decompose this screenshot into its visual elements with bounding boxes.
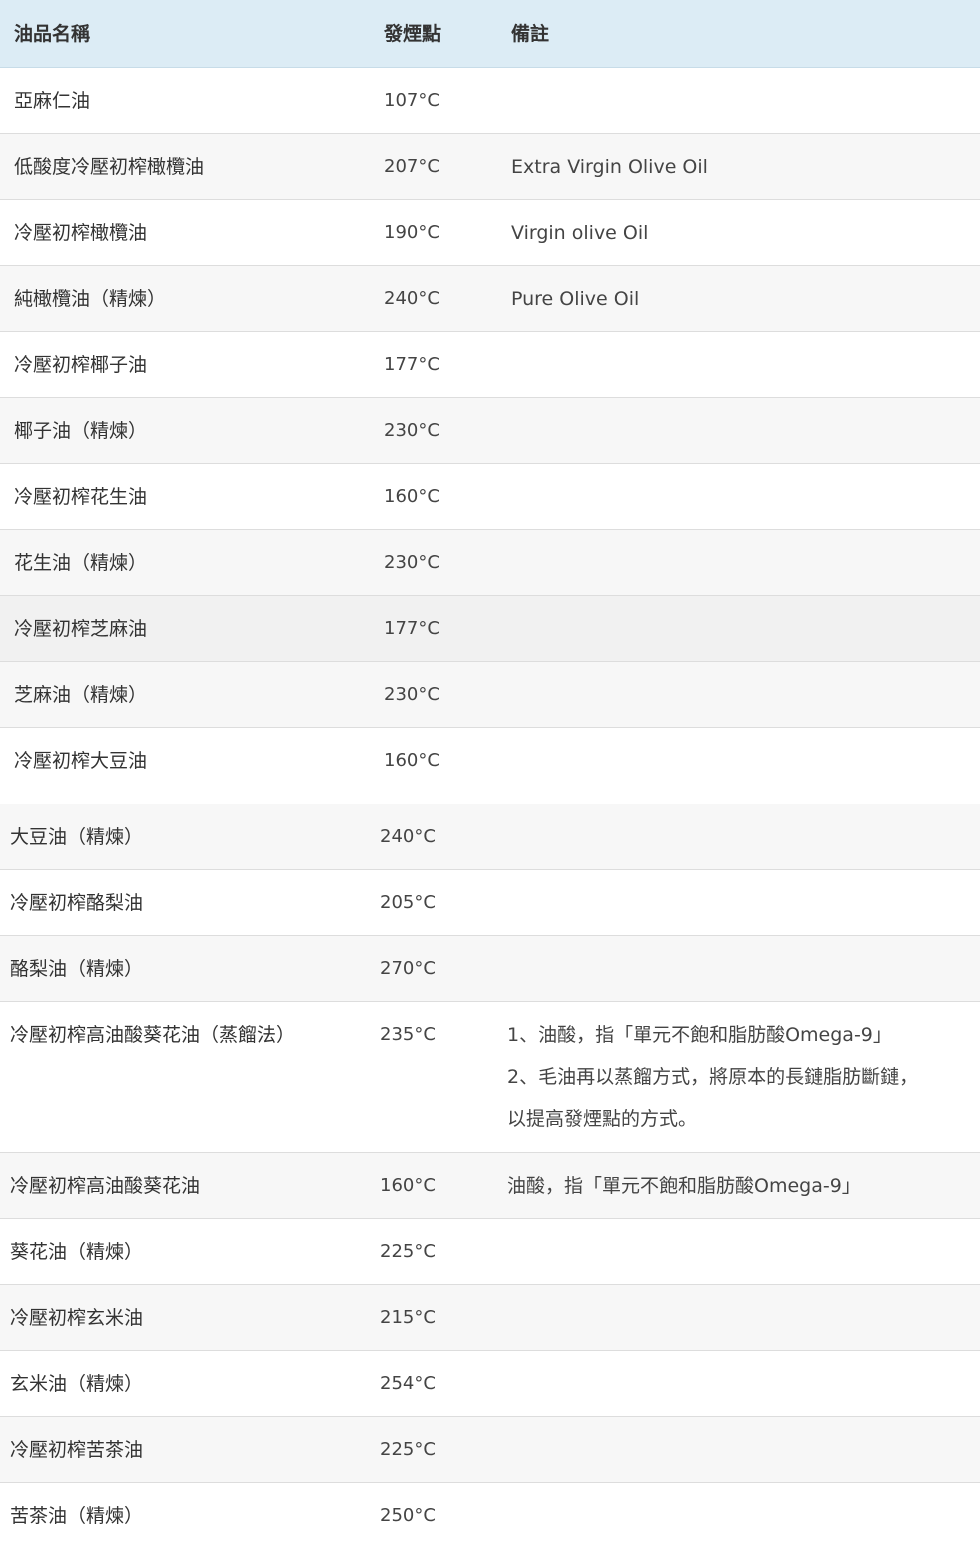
oil-name: 低酸度冷壓初榨橄欖油 <box>14 155 205 178</box>
table-row: 玄米油（精煉） 254°C <box>0 1351 980 1417</box>
table-row: 酪梨油（精煉） 270°C <box>0 936 980 1002</box>
note-line: 1、油酸，指「單元不飽和脂肪酸Omega-9」 <box>507 1024 892 1046</box>
table-row: 冷壓初榨椰子油 177°C <box>0 332 980 398</box>
smoke-point: 230°C <box>384 419 440 441</box>
oil-name: 苦茶油（精煉） <box>10 1505 144 1527</box>
table-row: 冷壓初榨玄米油 215°C <box>0 1285 980 1351</box>
smoke-point: 160°C <box>380 1174 436 1196</box>
table-row: 葵花油（精煉） 225°C <box>0 1219 980 1285</box>
smoke-point: 107°C <box>384 89 440 111</box>
oil-name: 冷壓初榨大豆油 <box>14 750 148 772</box>
oil-name: 純橄欖油（精煉） <box>14 287 167 310</box>
table-row: 冷壓初榨高油酸葵花油（蒸餾法） 235°C 1、油酸，指「單元不飽和脂肪酸Ome… <box>0 1002 980 1153</box>
table-row: 冷壓初榨苦茶油 225°C <box>0 1417 980 1483</box>
smoke-point: 215°C <box>380 1306 436 1328</box>
smoke-point: 230°C <box>384 551 440 573</box>
note: 1、油酸，指「單元不飽和脂肪酸Omega-9」 2、毛油再以蒸餾方式，將原本的長… <box>493 1002 980 1140</box>
oil-name: 酪梨油（精煉） <box>10 957 144 980</box>
oil-name: 椰子油（精煉） <box>14 419 148 442</box>
smoke-point-table-bottom: 大豆油（精煉） 240°C 冷壓初榨酪梨油 205°C 酪梨油（精煉） 270°… <box>0 804 980 1549</box>
smoke-point: 225°C <box>380 1438 436 1460</box>
smoke-point: 207°C <box>384 155 440 177</box>
smoke-point: 254°C <box>380 1372 436 1394</box>
smoke-point: 250°C <box>380 1505 436 1526</box>
oil-name: 冷壓初榨玄米油 <box>10 1306 144 1329</box>
smoke-point-table-top: 油品名稱 發煙點 備註 亞麻仁油 107°C 低酸度冷壓初榨橄欖油 207°C … <box>0 0 980 794</box>
oil-name: 大豆油（精煉） <box>10 825 144 848</box>
table-row: 冷壓初榨花生油 160°C <box>0 464 980 530</box>
table-row: 苦茶油（精煉） 250°C <box>0 1483 980 1549</box>
smoke-point: 230°C <box>384 683 440 705</box>
oil-name: 冷壓初榨苦茶油 <box>10 1438 144 1461</box>
table-row: 冷壓初榨芝麻油 177°C <box>0 596 980 662</box>
oil-name: 花生油（精煉） <box>14 551 148 574</box>
smoke-point: 177°C <box>384 353 440 375</box>
header-smoke-point: 發煙點 <box>384 22 442 45</box>
table-row: 冷壓初榨橄欖油 190°C Virgin olive Oil <box>0 200 980 266</box>
table-row: 大豆油（精煉） 240°C <box>0 804 980 870</box>
note: Extra Virgin Olive Oil <box>511 155 708 178</box>
smoke-point: 240°C <box>384 287 440 309</box>
oil-name: 芝麻油（精煉） <box>14 683 148 706</box>
oil-name: 冷壓初榨花生油 <box>14 485 148 508</box>
table-row: 花生油（精煉） 230°C <box>0 530 980 596</box>
table-row: 冷壓初榨酪梨油 205°C <box>0 870 980 936</box>
note-line: 以提高發煙點的方式。 <box>507 1108 698 1130</box>
note: Virgin olive Oil <box>511 221 649 244</box>
smoke-point: 235°C <box>380 1024 436 1045</box>
smoke-point-page: 油品名稱 發煙點 備註 亞麻仁油 107°C 低酸度冷壓初榨橄欖油 207°C … <box>0 0 980 1560</box>
note: 油酸，指「單元不飽和脂肪酸Omega-9」 <box>507 1174 861 1197</box>
oil-name: 葵花油（精煉） <box>10 1240 144 1263</box>
smoke-point: 270°C <box>380 957 436 979</box>
oil-name: 亞麻仁油 <box>14 89 91 112</box>
smoke-point: 190°C <box>384 221 440 243</box>
table-row: 芝麻油（精煉） 230°C <box>0 662 980 728</box>
smoke-point: 240°C <box>380 825 436 847</box>
table-row: 冷壓初榨高油酸葵花油 160°C 油酸，指「單元不飽和脂肪酸Omega-9」 <box>0 1153 980 1219</box>
smoke-point: 160°C <box>384 750 440 771</box>
header-oil-name: 油品名稱 <box>14 22 91 45</box>
smoke-point: 177°C <box>384 617 440 639</box>
table-row: 低酸度冷壓初榨橄欖油 207°C Extra Virgin Olive Oil <box>0 134 980 200</box>
smoke-point: 160°C <box>384 485 440 507</box>
smoke-point: 225°C <box>380 1240 436 1262</box>
oil-name: 冷壓初榨酪梨油 <box>10 891 144 914</box>
note-line: 2、毛油再以蒸餾方式，將原本的長鏈脂肪斷鏈， <box>507 1066 919 1088</box>
table-row: 亞麻仁油 107°C <box>0 68 980 134</box>
oil-name: 冷壓初榨高油酸葵花油（蒸餾法） <box>10 1024 296 1046</box>
note: Pure Olive Oil <box>511 287 640 310</box>
oil-name: 冷壓初榨橄欖油 <box>14 221 148 244</box>
table-header: 油品名稱 發煙點 備註 <box>0 0 980 68</box>
oil-name: 冷壓初榨芝麻油 <box>14 617 148 640</box>
table-row: 冷壓初榨大豆油 160°C <box>0 728 980 794</box>
header-note: 備註 <box>511 22 550 45</box>
oil-name: 冷壓初榨椰子油 <box>14 353 148 376</box>
table-row: 椰子油（精煉） 230°C <box>0 398 980 464</box>
table-row: 純橄欖油（精煉） 240°C Pure Olive Oil <box>0 266 980 332</box>
oil-name: 玄米油（精煉） <box>10 1372 144 1395</box>
smoke-point: 205°C <box>380 891 436 913</box>
oil-name: 冷壓初榨高油酸葵花油 <box>10 1174 201 1197</box>
